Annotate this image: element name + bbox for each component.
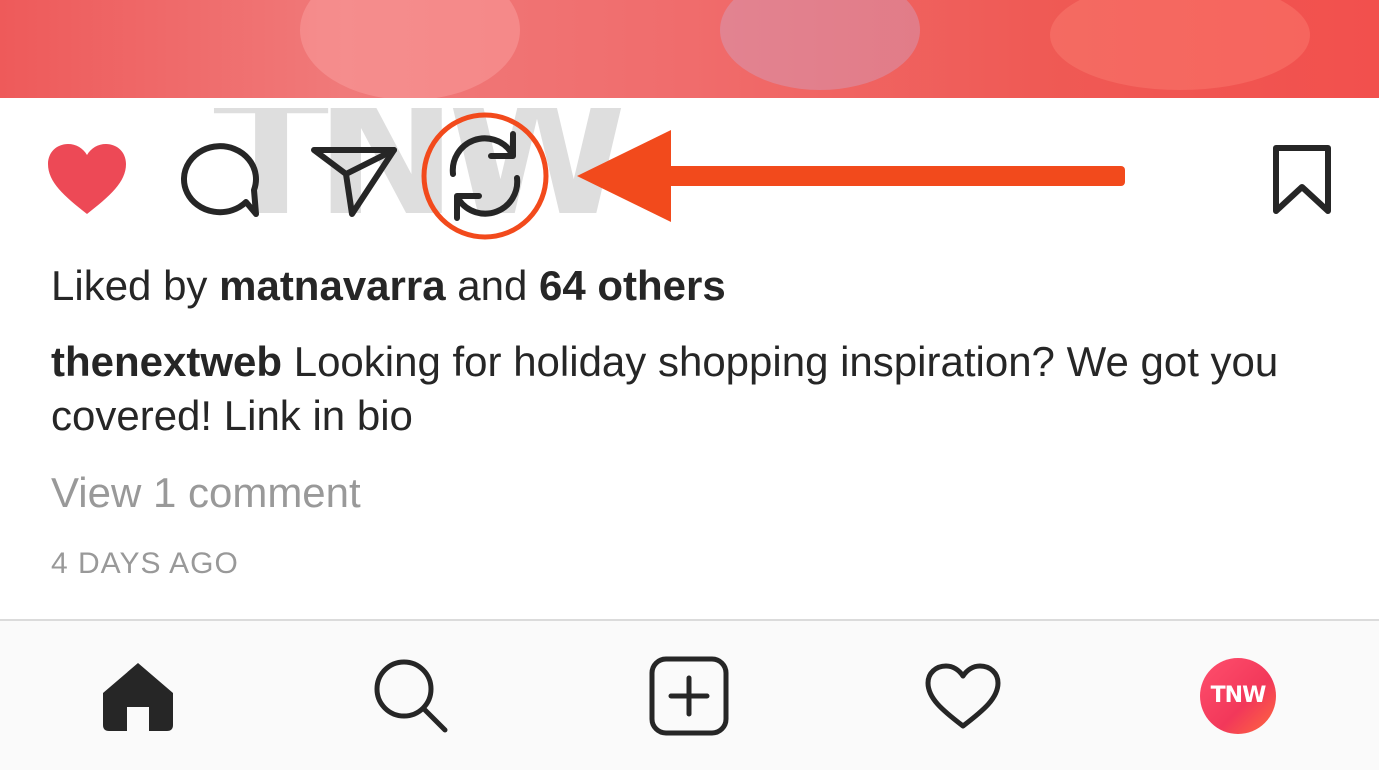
likes-summary: Liked by matnavarra and 64 others: [51, 259, 726, 313]
post-action-bar: [0, 110, 1379, 250]
view-comments-link[interactable]: View 1 comment: [51, 466, 361, 520]
heart-filled-icon[interactable]: [44, 140, 130, 218]
comment-bubble-icon[interactable]: [180, 142, 262, 218]
tab-new-post[interactable]: [621, 621, 757, 770]
home-icon: [99, 659, 177, 733]
post-caption: thenextweb Looking for holiday shopping …: [51, 335, 1341, 443]
caption-username-link[interactable]: thenextweb: [51, 338, 282, 385]
search-icon: [373, 658, 449, 734]
paper-plane-icon[interactable]: [310, 144, 400, 218]
bottom-tab-bar: TNW: [0, 619, 1379, 770]
tab-activity[interactable]: [895, 621, 1031, 770]
tab-search[interactable]: [343, 621, 479, 770]
likes-count-link[interactable]: 64 others: [539, 262, 726, 309]
repost-cycle-icon[interactable]: [421, 112, 549, 240]
heart-outline-icon: [924, 662, 1002, 730]
post-photo[interactable]: [0, 0, 1379, 98]
likes-connector: and: [445, 262, 539, 309]
tab-profile[interactable]: TNW: [1170, 621, 1306, 770]
post-timestamp: 4 DAYS AGO: [51, 547, 239, 580]
plus-square-icon: [649, 656, 729, 736]
bookmark-icon[interactable]: [1271, 144, 1333, 216]
profile-avatar: TNW: [1200, 657, 1276, 734]
likes-prefix: Liked by: [51, 262, 220, 309]
liker-username-link[interactable]: matnavarra: [219, 262, 445, 309]
arrow-pointer-icon: [575, 128, 1127, 224]
tab-home[interactable]: [70, 621, 206, 770]
